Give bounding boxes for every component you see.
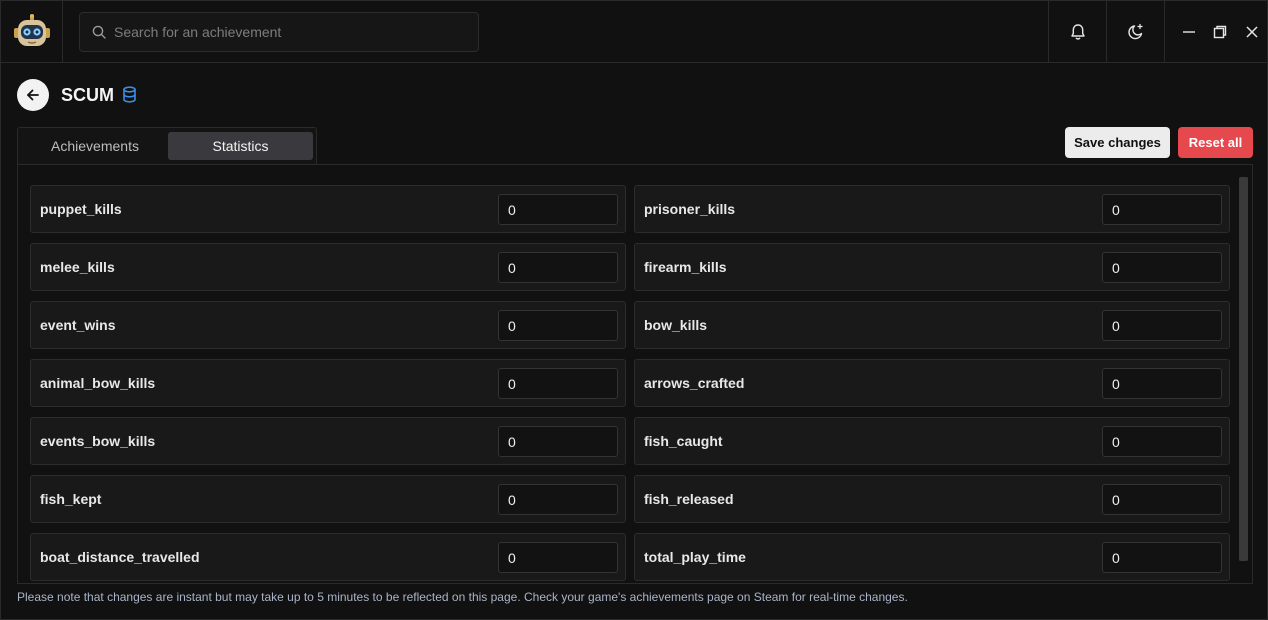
stat-value-input[interactable] — [498, 542, 618, 573]
stat-value-input[interactable] — [1102, 368, 1222, 399]
restore-icon — [1213, 25, 1227, 38]
stat-row: events_bow_kills — [30, 417, 626, 465]
app-logo[interactable] — [1, 1, 63, 62]
stat-name: melee_kills — [40, 259, 115, 275]
stat-row: prisoner_kills — [634, 185, 1230, 233]
stat-row: boat_distance_travelled — [30, 533, 626, 581]
close-icon — [1246, 25, 1258, 38]
stat-row: melee_kills — [30, 243, 626, 291]
game-title: SCUM — [61, 85, 114, 105]
moon-sparkle-icon — [1127, 23, 1143, 39]
statistics-panel: puppet_kills prisoner_kills melee_kills … — [17, 164, 1253, 584]
stat-value-input[interactable] — [498, 194, 618, 225]
search-box[interactable] — [79, 12, 479, 52]
minimize-button[interactable] — [1173, 1, 1205, 62]
app-window: SCUM Achievements Statistics Save change… — [0, 0, 1268, 620]
stat-name: events_bow_kills — [40, 433, 156, 449]
stat-row: fish_kept — [30, 475, 626, 523]
stat-name: prisoner_kills — [644, 201, 736, 217]
minimize-icon — [1183, 30, 1195, 33]
stat-name: puppet_kills — [40, 201, 122, 217]
back-button[interactable] — [17, 79, 49, 111]
stat-value-input[interactable] — [1102, 194, 1222, 225]
stat-value-input[interactable] — [1102, 542, 1222, 573]
stat-row: event_wins — [30, 301, 626, 349]
search-input[interactable] — [114, 24, 454, 40]
stat-value-input[interactable] — [498, 484, 618, 515]
stat-value-input[interactable] — [498, 426, 618, 457]
stat-row: bow_kills — [634, 301, 1230, 349]
stat-name: fish_kept — [40, 491, 102, 507]
stat-name: event_wins — [40, 317, 116, 333]
arrow-left-icon — [27, 89, 39, 101]
stat-value-input[interactable] — [498, 368, 618, 399]
stat-row: fish_released — [634, 475, 1230, 523]
save-changes-button[interactable]: Save changes — [1065, 127, 1170, 158]
notifications-button[interactable] — [1048, 1, 1106, 62]
stat-row: firearm_kills — [634, 243, 1230, 291]
reset-all-button[interactable]: Reset all — [1178, 127, 1253, 158]
stat-name: arrows_crafted — [644, 375, 745, 391]
stat-value-input[interactable] — [498, 310, 618, 341]
stat-name: firearm_kills — [644, 259, 727, 275]
stat-name: boat_distance_travelled — [40, 549, 200, 565]
scrollbar[interactable] — [1239, 177, 1248, 561]
theme-toggle-button[interactable] — [1106, 1, 1165, 62]
stat-name: fish_released — [644, 491, 734, 507]
stat-row: animal_bow_kills — [30, 359, 626, 407]
search-icon — [92, 25, 106, 39]
tab-bar: Achievements Statistics — [17, 127, 317, 165]
stat-value-input[interactable] — [1102, 252, 1222, 283]
stat-name: fish_caught — [644, 433, 723, 449]
maximize-button[interactable] — [1204, 1, 1236, 62]
tab-achievements[interactable]: Achievements — [22, 132, 168, 160]
footer-note: Please note that changes are instant but… — [17, 590, 908, 604]
stat-name: animal_bow_kills — [40, 375, 156, 391]
stat-value-input[interactable] — [1102, 484, 1222, 515]
stat-row: puppet_kills — [30, 185, 626, 233]
stat-value-input[interactable] — [1102, 310, 1222, 341]
stat-name: total_play_time — [644, 549, 746, 565]
stat-row: fish_caught — [634, 417, 1230, 465]
close-button[interactable] — [1236, 1, 1268, 62]
stat-name: bow_kills — [644, 317, 708, 333]
stat-row: total_play_time — [634, 533, 1230, 581]
title-bar — [1, 1, 1267, 63]
scrollbar-thumb[interactable] — [1239, 177, 1248, 561]
database-icon — [123, 86, 136, 103]
stat-value-input[interactable] — [1102, 426, 1222, 457]
stat-row: arrows_crafted — [634, 359, 1230, 407]
bell-icon — [1070, 23, 1085, 40]
tab-statistics[interactable]: Statistics — [168, 132, 313, 160]
robot-logo-icon — [13, 13, 50, 46]
stat-value-input[interactable] — [498, 252, 618, 283]
